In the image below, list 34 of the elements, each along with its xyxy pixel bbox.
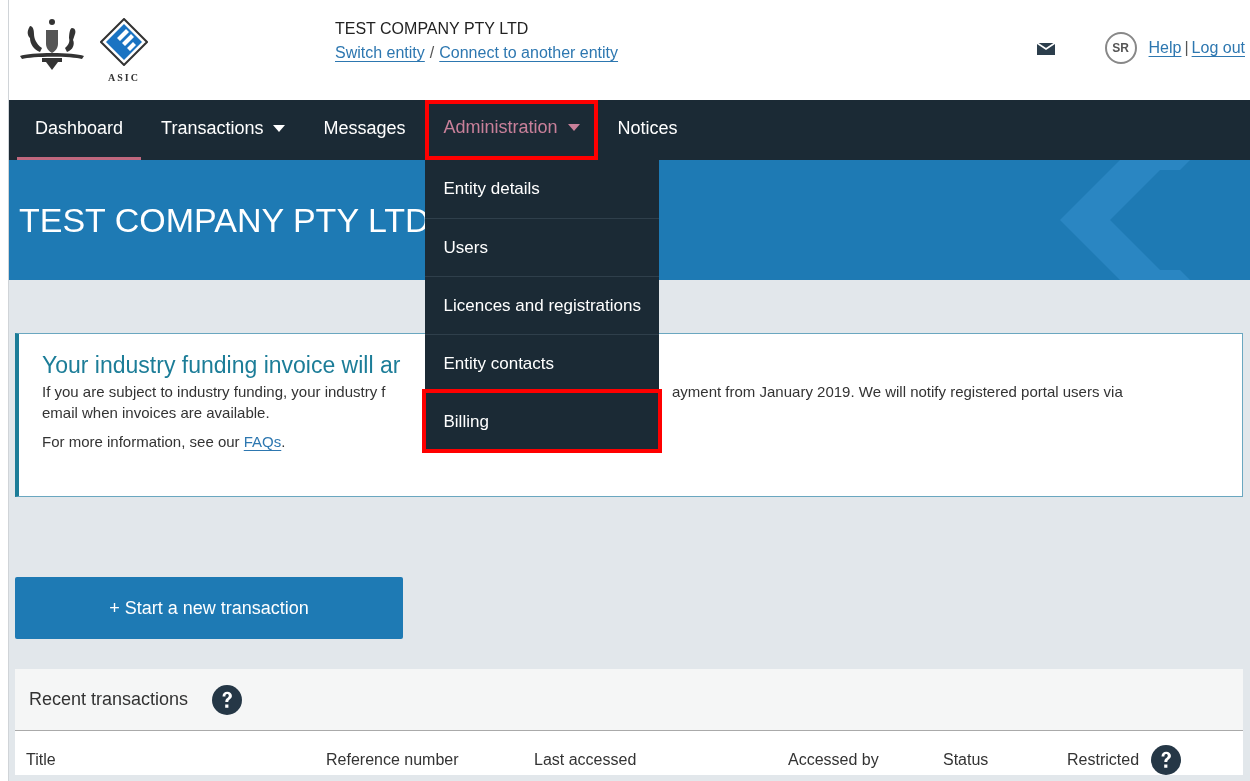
menu-item[interactable]: Licences and registrations: [425, 276, 660, 334]
alert-text: ayment from January 2019. We will notify registered portal users via: [672, 383, 1123, 400]
alert-text: For more information, see our FAQs.: [42, 433, 287, 450]
avatar[interactable]: SR: [1104, 32, 1137, 64]
entity-link[interactable]: Switch entity: [335, 44, 425, 61]
nav-tab[interactable]: Notices: [599, 100, 696, 160]
link-separator: /: [429, 44, 435, 61]
column-header[interactable]: Restricted: [1067, 751, 1140, 769]
nav-tab[interactable]: Transactions: [143, 100, 304, 160]
panel-title: Recent transactions: [29, 689, 189, 710]
link-separator: |: [1184, 39, 1189, 56]
caret-icon: [567, 123, 580, 131]
alert-title: Your industry funding invoice will ar: [42, 352, 401, 379]
caret-icon: [273, 125, 286, 132]
column-header[interactable]: Status: [943, 751, 989, 769]
mail-icon: [1036, 41, 1055, 55]
nav-tab[interactable]: Administration: [425, 100, 598, 160]
help-link[interactable]: Help: [1148, 39, 1182, 56]
asic-logo-icon: [100, 18, 148, 66]
menu-item[interactable]: Entity details: [425, 160, 660, 218]
logout-link[interactable]: Log out: [1191, 39, 1245, 56]
column-header[interactable]: Reference number: [326, 751, 459, 769]
start-transaction-button[interactable]: + Start a new transaction: [15, 577, 403, 639]
alert-text: email when invoices are available.: [42, 404, 271, 421]
logo-text: ASIC: [108, 72, 140, 83]
column-header[interactable]: Last accessed: [534, 751, 637, 769]
nav-tab[interactable]: Messages: [305, 100, 424, 160]
column-header[interactable]: Title: [26, 751, 56, 769]
alert-text: If you are subject to industry funding, your industry f: [42, 383, 387, 400]
menu-item[interactable]: Billing: [425, 392, 660, 450]
entity-name: TEST COMPANY PTY LTD: [335, 20, 530, 38]
column-header[interactable]: Accessed by: [788, 751, 879, 769]
entity-link[interactable]: Connect to another entity: [439, 44, 619, 61]
help-icon: [212, 684, 243, 715]
